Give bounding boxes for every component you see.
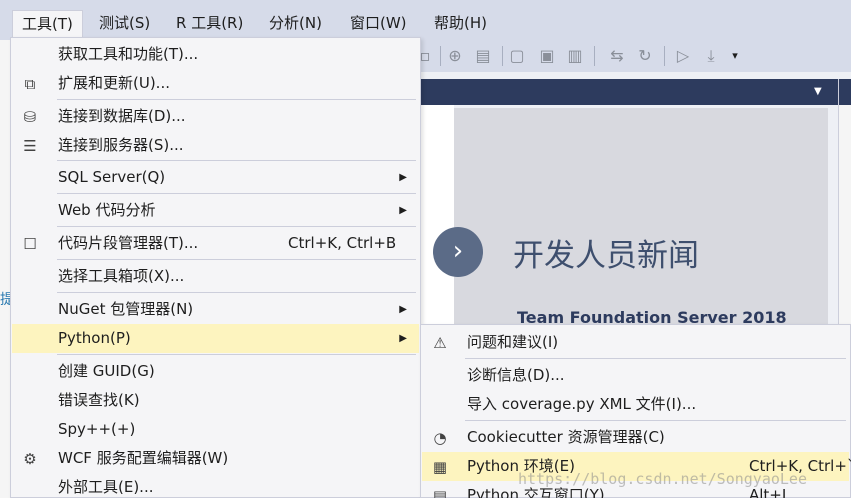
- menu-item-label: Web 代码分析: [58, 201, 156, 219]
- menu-test[interactable]: 测试(S): [90, 10, 159, 38]
- news-next-button[interactable]: ›: [433, 227, 483, 277]
- menu-separator: [57, 354, 416, 355]
- python-environment-icon: ▦: [432, 458, 448, 476]
- wcf-gear-icon: ⚙: [23, 450, 37, 468]
- menu-item-label: Spy++(+): [58, 420, 136, 438]
- menu-item-label: 连接到数据库(D)...: [58, 107, 186, 125]
- menu-item-label: 连接到服务器(S)...: [58, 136, 184, 154]
- menu-item-connect-server[interactable]: ☰ 连接到服务器(S)...: [12, 131, 419, 160]
- menu-test-label: 测试(S): [99, 14, 151, 32]
- menu-separator: [57, 259, 416, 260]
- submenu-item-label: 问题和建议(I): [467, 333, 559, 351]
- submenu-arrow-icon: ▶: [399, 304, 407, 315]
- menu-window[interactable]: 窗口(W): [341, 10, 416, 38]
- menu-item-label: 选择工具箱项(X)...: [58, 267, 185, 285]
- menu-analyze[interactable]: 分析(N): [260, 10, 331, 38]
- submenu-arrow-icon: ▶: [399, 333, 407, 344]
- menu-item-label: 扩展和更新(U)...: [58, 74, 170, 92]
- toolbar-separator: [664, 46, 665, 66]
- play-icon[interactable]: ▷: [674, 46, 692, 66]
- document-tabstrip: [410, 79, 851, 105]
- menu-item-label: Python(P): [58, 329, 131, 347]
- toolbar-icon-4[interactable]: ▢: [508, 46, 526, 66]
- tab-dropdown-icon[interactable]: ▼: [814, 86, 822, 97]
- menu-item-label: 创建 GUID(G): [58, 362, 155, 380]
- menu-item-sql-server[interactable]: SQL Server(Q) ▶: [12, 163, 419, 192]
- menu-analyze-label: 分析(N): [269, 14, 322, 32]
- menu-item-shortcut: Ctrl+K, Ctrl+B: [288, 234, 397, 252]
- menu-item-spy[interactable]: Spy++(+): [12, 415, 419, 444]
- news-title: 开发人员新闻: [513, 238, 699, 274]
- menu-item-extensions[interactable]: ⧉ 扩展和更新(U)...: [12, 69, 419, 98]
- menu-item-label: 外部工具(E)...: [58, 478, 154, 496]
- toolbar-icon-5[interactable]: ▣: [538, 46, 556, 66]
- submenu-item-label: 导入 coverage.py XML 文件(I)...: [467, 395, 697, 413]
- menu-separator: [57, 292, 416, 293]
- menu-separator: [465, 358, 846, 359]
- menu-separator: [465, 420, 846, 421]
- menu-separator: [57, 160, 416, 161]
- menu-item-get-tools[interactable]: 获取工具和功能(T)...: [12, 40, 419, 69]
- menu-item-choose-toolbox[interactable]: 选择工具箱项(X)...: [12, 262, 419, 291]
- menu-separator: [57, 193, 416, 194]
- toolbar-separator: [440, 46, 441, 66]
- swap-icon[interactable]: ⇆: [608, 46, 626, 66]
- cookie-icon: ◔: [433, 429, 447, 447]
- menu-help[interactable]: 帮助(H): [425, 10, 496, 38]
- overflow-icon[interactable]: ▾: [726, 46, 744, 66]
- menu-item-label: 代码片段管理器(T)...: [58, 234, 199, 252]
- toolbar-icon-2[interactable]: ⊕: [446, 46, 464, 66]
- feedback-icon: ⚠: [433, 334, 447, 352]
- toolbar-icon-6[interactable]: ▥: [566, 46, 584, 66]
- refresh-icon[interactable]: ↻: [636, 46, 654, 66]
- menu-item-label: SQL Server(Q): [58, 168, 166, 186]
- submenu-item-feedback[interactable]: ⚠ 问题和建议(I): [422, 328, 849, 357]
- menu-help-label: 帮助(H): [434, 14, 487, 32]
- menu-item-connect-database[interactable]: ⛁ 连接到数据库(D)...: [12, 102, 419, 131]
- menu-item-label: 获取工具和功能(T)...: [58, 45, 199, 63]
- menu-separator: [57, 99, 416, 100]
- watermark: https://blog.csdn.net/SongyaoLee: [518, 470, 807, 488]
- toolbar-icon-3[interactable]: ▤: [474, 46, 492, 66]
- submenu-item-import-coverage[interactable]: 导入 coverage.py XML 文件(I)...: [422, 390, 849, 419]
- toolbar-separator: [594, 46, 595, 66]
- toolbar-separator: [502, 46, 503, 66]
- right-panel-header: [839, 79, 851, 105]
- menu-item-label: WCF 服务配置编辑器(W): [58, 449, 229, 467]
- tools-menu: 获取工具和功能(T)... ⧉ 扩展和更新(U)... ⛁ 连接到数据库(D).…: [10, 37, 421, 498]
- submenu-item-cookiecutter[interactable]: ◔ Cookiecutter 资源管理器(C): [422, 423, 849, 452]
- submenu-item-label: Cookiecutter 资源管理器(C): [467, 428, 665, 446]
- database-connect-icon: ⛁: [23, 108, 37, 126]
- menu-item-wcf-editor[interactable]: ⚙ WCF 服务配置编辑器(W): [12, 444, 419, 473]
- submenu-arrow-icon: ▶: [399, 205, 407, 216]
- toolbar: ▫ ⊕ ▤ ▢ ▣ ▥ ⇆ ↻ ▷ ⤓ ▾: [410, 40, 851, 72]
- menu-item-python[interactable]: Python(P) ▶: [12, 324, 419, 353]
- left-panel: [0, 40, 10, 498]
- menu-item-nuget[interactable]: NuGet 包管理器(N) ▶: [12, 295, 419, 324]
- submenu-item-label: 诊断信息(D)...: [467, 366, 565, 384]
- menu-item-label: NuGet 包管理器(N): [58, 300, 194, 318]
- menu-item-web-code-analysis[interactable]: Web 代码分析 ▶: [12, 196, 419, 225]
- menu-r-tools-label: R 工具(R): [176, 14, 244, 32]
- server-connect-icon: ☰: [23, 137, 37, 155]
- menu-item-label: 错误查找(K): [58, 391, 140, 409]
- menu-window-label: 窗口(W): [350, 14, 407, 32]
- menu-item-error-lookup[interactable]: 错误查找(K): [12, 386, 419, 415]
- menu-tools[interactable]: 工具(T): [12, 10, 83, 40]
- snippet-icon: ☐: [23, 235, 37, 253]
- python-interactive-icon: ▤: [432, 487, 448, 498]
- menu-r-tools[interactable]: R 工具(R): [167, 10, 252, 38]
- menu-item-create-guid[interactable]: 创建 GUID(G): [12, 357, 419, 386]
- menu-item-snippet-manager[interactable]: ☐ 代码片段管理器(T)... Ctrl+K, Ctrl+B: [12, 229, 419, 258]
- menu-item-external-tools[interactable]: 外部工具(E)...: [12, 473, 419, 498]
- download-icon[interactable]: ⤓: [702, 46, 720, 66]
- menu-tools-label: 工具(T): [22, 15, 73, 33]
- menu-separator: [57, 226, 416, 227]
- submenu-arrow-icon: ▶: [399, 172, 407, 183]
- extensions-icon: ⧉: [24, 75, 36, 93]
- submenu-item-diagnostics[interactable]: 诊断信息(D)...: [422, 361, 849, 390]
- menu-bar: 工具(T) 测试(S) R 工具(R) 分析(N) 窗口(W) 帮助(H): [0, 0, 851, 40]
- chevron-right-icon: ›: [452, 236, 464, 266]
